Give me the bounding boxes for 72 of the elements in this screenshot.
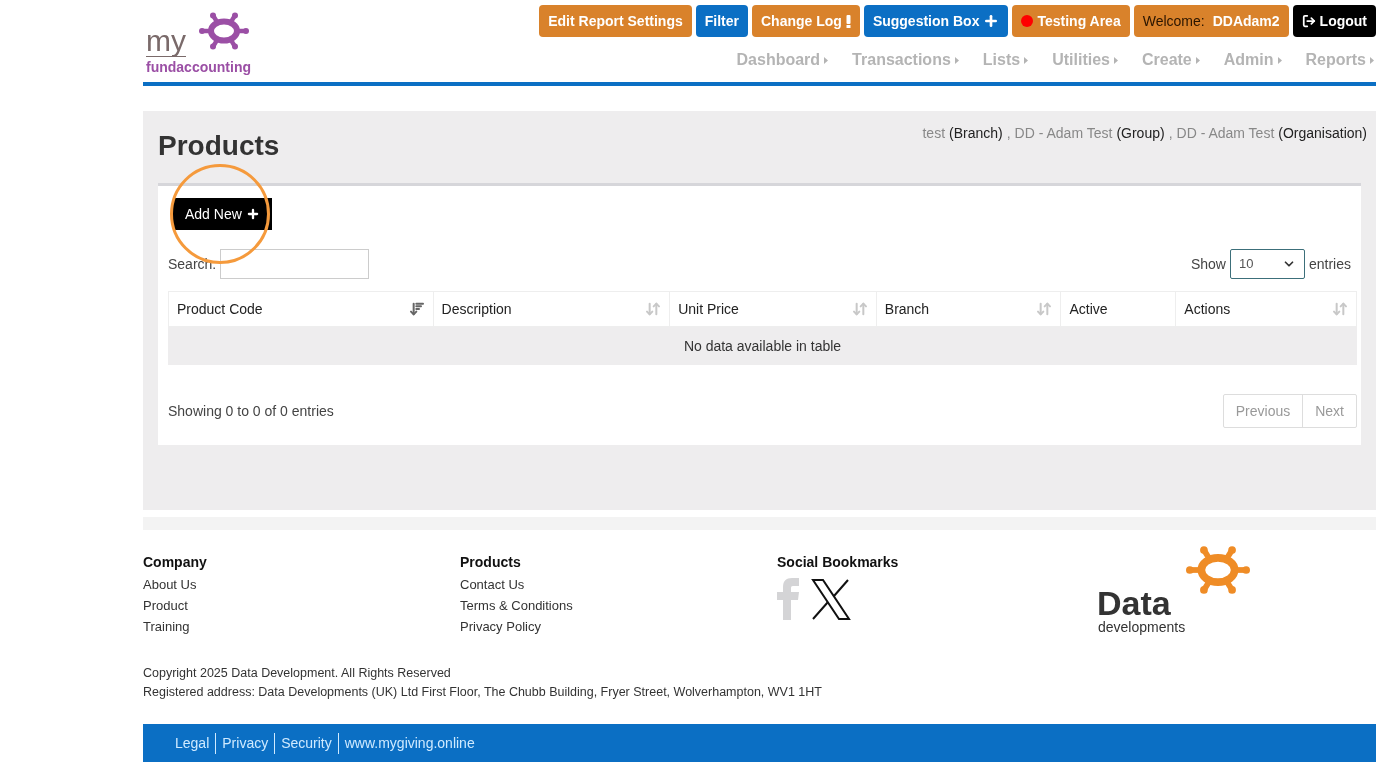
entries-label: entries <box>1308 254 1351 274</box>
address-text: Registered address: Data Developments (UK) Ltd First Floor, The Chubb Building, Fryer Street, Wolverhampton, WV1 1HT <box>143 684 823 701</box>
column-header[interactable]: Active <box>1060 292 1176 326</box>
separator: , <box>1168 124 1173 143</box>
bottom-link[interactable]: www.mygiving.online <box>337 732 481 754</box>
caret-icon <box>1370 56 1374 64</box>
entries-select[interactable]: 10 <box>1229 249 1305 279</box>
header-button[interactable]: Filter <box>695 5 748 37</box>
sort-icon <box>1332 301 1348 317</box>
column-header[interactable]: Unit Price <box>669 292 876 326</box>
gear-drawing <box>1186 546 1250 594</box>
header-button[interactable]: Logout <box>1292 5 1376 37</box>
column-header[interactable]: Branch <box>875 292 1061 326</box>
footer-heading: Products <box>460 553 522 572</box>
show-label: Show <box>1190 254 1226 274</box>
footer-link[interactable]: Contact Us <box>460 576 525 594</box>
empty-row: No data available in table <box>168 327 1357 365</box>
context-name[interactable]: DD - Adam Test <box>1014 123 1113 167</box>
caret-icon <box>1195 56 1200 64</box>
sign-out-icon <box>1301 14 1316 28</box>
sort-icon <box>851 301 868 317</box>
bottom-link[interactable]: Legal <box>169 732 216 754</box>
plus-icon <box>983 13 1000 29</box>
column-header[interactable]: Description <box>432 292 670 326</box>
welcome-button[interactable]: Welcome: DDAdam2 <box>1133 5 1289 37</box>
caret-icon <box>1113 56 1118 64</box>
footer-heading: Company <box>143 553 208 572</box>
context-type: (Group) <box>1116 124 1165 143</box>
sort-icon <box>408 301 425 317</box>
caret-icon <box>954 56 959 64</box>
page-title: Products <box>158 129 280 163</box>
footer-link[interactable]: Training <box>143 618 190 636</box>
gear-drawing <box>199 12 249 50</box>
bottom-link[interactable]: Security <box>274 732 338 754</box>
add-new-button[interactable]: Add New <box>173 198 272 230</box>
brand-logo[interactable]: Data developments <box>1097 538 1267 638</box>
facebook-icon[interactable] <box>777 578 799 620</box>
table-info: Showing 0 to 0 of 0 entries <box>168 401 334 421</box>
column-header[interactable]: Actions <box>1175 292 1356 326</box>
logo-prefix: my <box>146 26 186 57</box>
context-type: (Organisation) <box>1278 124 1367 143</box>
footer-link[interactable]: About Us <box>143 576 197 594</box>
footer-link[interactable]: Product <box>143 597 188 615</box>
logo[interactable]: my fundaccounting <box>143 2 258 78</box>
search-field[interactable] <box>220 249 370 279</box>
caret-icon <box>824 56 829 64</box>
header-button[interactable]: Testing Area <box>1012 5 1130 37</box>
separator: , <box>1006 124 1011 143</box>
caret-icon <box>1277 56 1282 64</box>
sort-icon <box>645 301 662 317</box>
context-name[interactable]: DD - Adam Test <box>1176 123 1275 167</box>
welcome-label: Welcome: <box>1142 11 1205 31</box>
header-button[interactable]: Suggestion Box <box>863 5 1009 37</box>
header-button[interactable]: Edit Report Settings <box>539 5 692 37</box>
footer-heading: Social Bookmarks <box>777 553 900 572</box>
plus-icon <box>245 207 260 221</box>
footer-link[interactable]: Privacy Policy <box>460 618 541 636</box>
header-button[interactable]: Change Log <box>752 5 860 37</box>
brand-name: Data <box>1097 586 1171 620</box>
exclamation-icon <box>845 14 851 28</box>
bottom-link[interactable]: Privacy <box>215 732 275 754</box>
user-name: DDAdam2 <box>1212 11 1280 31</box>
context-name[interactable]: test <box>922 123 946 167</box>
context-type: (Branch) <box>949 124 1003 143</box>
logo-name: fundaccounting <box>146 60 251 74</box>
brand-tagline: developments <box>1098 620 1186 634</box>
caret-icon <box>1024 56 1029 64</box>
footer-link[interactable]: Terms & Conditions <box>460 597 573 615</box>
x-icon[interactable] <box>811 578 851 620</box>
sort-icon <box>1036 301 1053 317</box>
copyright-text: Copyright 2025 Data Development. All Rights Reserved <box>143 665 452 682</box>
column-header[interactable]: Product Code <box>169 292 433 326</box>
